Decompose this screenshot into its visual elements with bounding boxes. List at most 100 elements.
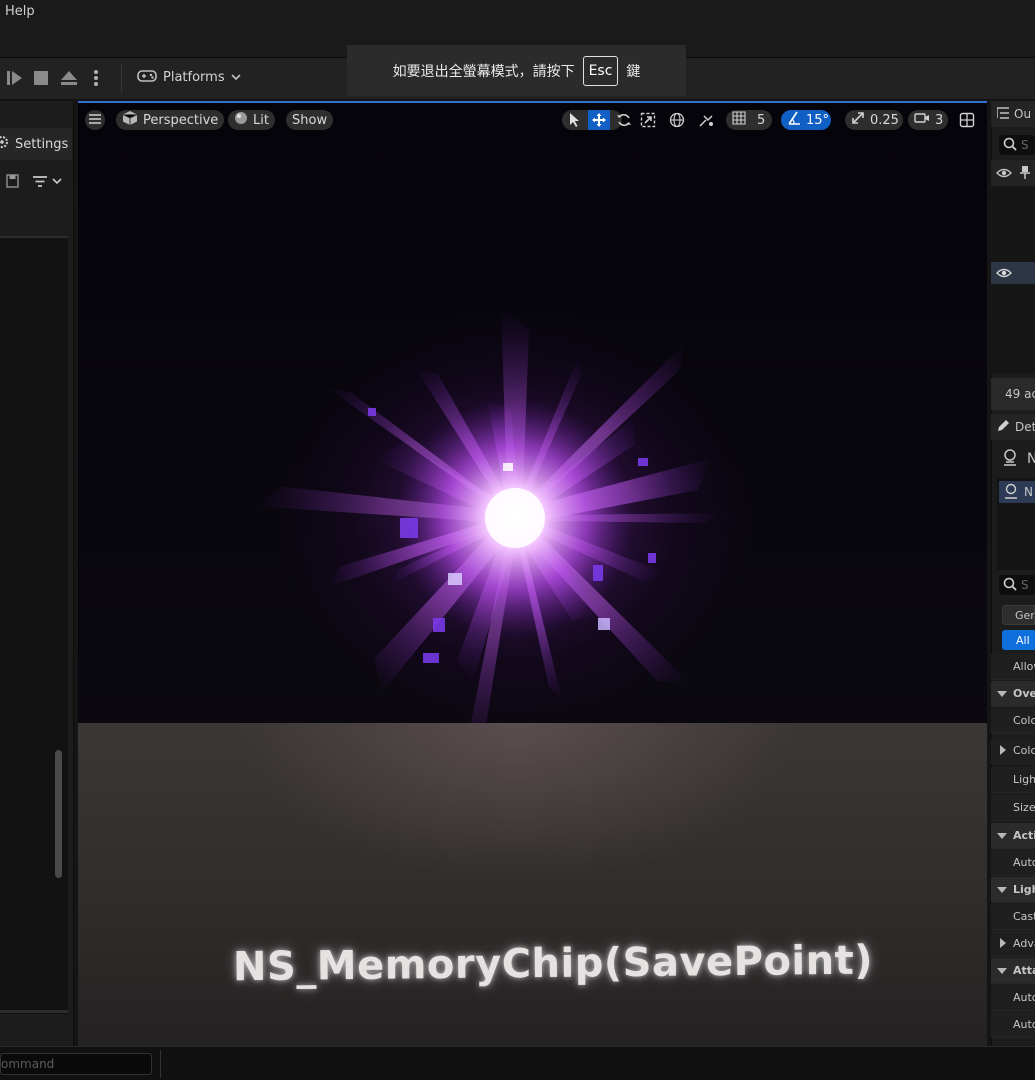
details-row-label: Colo — [1013, 744, 1035, 757]
select-arrow-icon[interactable] — [567, 112, 581, 131]
details-property-row[interactable]: Auto — [991, 850, 1035, 876]
scale-snap-button[interactable]: 0.25 — [845, 110, 903, 130]
search-icon — [1003, 577, 1017, 594]
scale-snap-value: 0.25 — [870, 112, 899, 128]
command-placeholder: ommand — [1, 1057, 55, 1071]
expand-down-icon[interactable] — [997, 687, 1007, 701]
save-icon[interactable] — [6, 174, 20, 191]
stop-icon[interactable] — [31, 69, 51, 87]
details-selected-actor: N — [1001, 448, 1035, 469]
pencil-icon — [996, 419, 1010, 436]
details-property-row[interactable]: Allow — [991, 654, 1035, 680]
viewport-menu-button[interactable] — [85, 110, 105, 130]
details-search-placeholder: S — [1021, 578, 1029, 592]
rotation-snap-value: 15° — [806, 112, 830, 128]
floor-glow — [238, 723, 798, 943]
details-row-label: Atta — [1013, 964, 1035, 977]
lit-mode-button[interactable]: Lit — [228, 110, 275, 130]
details-property-row[interactable]: Auto — [991, 1012, 1035, 1038]
details-property-row[interactable]: Size — [991, 795, 1035, 821]
level-viewport[interactable]: NS_MemoryChip(SavePoint) Perspective Lit… — [78, 101, 987, 1046]
expand-right-icon[interactable] — [999, 744, 1007, 758]
eye-icon[interactable] — [996, 167, 1012, 182]
globe-icon[interactable] — [669, 112, 685, 131]
show-button[interactable]: Show — [286, 110, 334, 130]
platforms-button[interactable]: Platforms — [137, 66, 241, 88]
scale-icon[interactable] — [640, 112, 656, 131]
details-tab[interactable]: Det — [991, 414, 1035, 440]
filter-all-button[interactable]: All — [1002, 630, 1035, 650]
menu-icon — [89, 113, 101, 128]
left-panel-header[interactable]: Settings — [0, 128, 72, 160]
gamepad-icon — [137, 67, 157, 87]
lit-label: Lit — [253, 112, 269, 128]
details-row-label: Auto — [1013, 1018, 1035, 1031]
list-icon — [996, 106, 1009, 122]
expand-down-icon[interactable] — [997, 829, 1007, 843]
expand-down-icon[interactable] — [997, 964, 1007, 978]
fullscreen-exit-toast: 如要退出全螢幕模式，請按下 Esc 鍵 — [347, 45, 686, 96]
outliner-search-input[interactable]: S — [999, 135, 1035, 155]
console-command-input[interactable]: ommand — [0, 1053, 152, 1075]
left-panel-list[interactable] — [0, 236, 68, 1014]
esc-key-badge: Esc — [582, 55, 619, 86]
outliner-tab[interactable]: Ou — [991, 101, 1035, 127]
status-bar — [0, 1046, 1035, 1080]
status-divider — [160, 1050, 161, 1078]
play-icon[interactable] — [4, 69, 26, 87]
expand-right-icon[interactable] — [999, 937, 1007, 951]
rotation-snap-button[interactable]: 15° — [781, 110, 831, 130]
filter-general-button[interactable]: Gen — [1002, 605, 1035, 625]
grid-snap-button[interactable]: 5 — [726, 110, 772, 130]
search-icon — [1003, 137, 1017, 154]
details-property-row[interactable]: Auto — [991, 985, 1035, 1011]
eye-icon[interactable] — [996, 267, 1012, 282]
details-row-label: Allow — [1013, 660, 1035, 673]
details-category-row[interactable]: Ligh — [991, 877, 1035, 903]
details-property-row[interactable]: Cast — [991, 904, 1035, 930]
rotate-icon[interactable] — [616, 112, 632, 131]
gear-icon — [0, 135, 10, 153]
toast-text-before: 如要退出全螢幕模式，請按下 — [392, 63, 575, 80]
outliner-search-placeholder: S — [1021, 138, 1029, 152]
move-icon[interactable] — [588, 110, 610, 130]
pin-icon[interactable] — [1020, 165, 1030, 182]
particle-burst-effect — [255, 308, 725, 725]
actor-count: 49 ac — [1005, 387, 1035, 401]
outliner-tab-label: Ou — [1014, 107, 1032, 121]
details-search-input[interactable]: S — [999, 575, 1035, 595]
details-row-label: Ove — [1013, 687, 1035, 700]
details-category-row[interactable]: Acti — [991, 823, 1035, 849]
sphere-icon — [234, 111, 248, 129]
left-panel-bottom-divider — [0, 1010, 68, 1013]
more-options-icon[interactable] — [88, 69, 104, 87]
details-category-row[interactable]: Ove — [991, 681, 1035, 707]
camera-icon — [914, 112, 930, 128]
actor-icon — [1001, 448, 1019, 469]
component-name: N — [1024, 485, 1033, 499]
camera-speed-button[interactable]: 3 — [908, 110, 948, 130]
menu-help[interactable]: Help — [5, 4, 35, 19]
chevron-down-icon — [231, 70, 241, 85]
platforms-label: Platforms — [163, 69, 225, 85]
show-label: Show — [292, 112, 328, 128]
left-panel-tools — [0, 170, 72, 194]
expand-down-icon[interactable] — [997, 883, 1007, 897]
filter-all-label: All — [1016, 633, 1030, 647]
layout-icon[interactable] — [959, 112, 975, 131]
left-panel-scrollbar[interactable] — [55, 750, 62, 878]
surface-snap-icon[interactable] — [698, 112, 716, 131]
eject-icon[interactable] — [58, 69, 80, 87]
camera-speed-value: 3 — [935, 112, 944, 128]
perspective-button[interactable]: Perspective — [116, 110, 225, 130]
outliner-selected-row[interactable] — [991, 262, 1035, 284]
actor-icon — [1003, 483, 1019, 502]
details-property-row[interactable]: Adva — [991, 931, 1035, 957]
details-category-row[interactable]: Atta — [991, 958, 1035, 984]
details-property-row[interactable]: Colo — [991, 738, 1035, 764]
component-row-selected[interactable]: N — [999, 481, 1035, 503]
details-property-row[interactable]: Colo — [991, 708, 1035, 734]
details-property-row[interactable]: Ligh — [991, 767, 1035, 793]
toast-text-after: 鍵 — [626, 63, 641, 80]
filter-icon[interactable] — [32, 175, 66, 192]
